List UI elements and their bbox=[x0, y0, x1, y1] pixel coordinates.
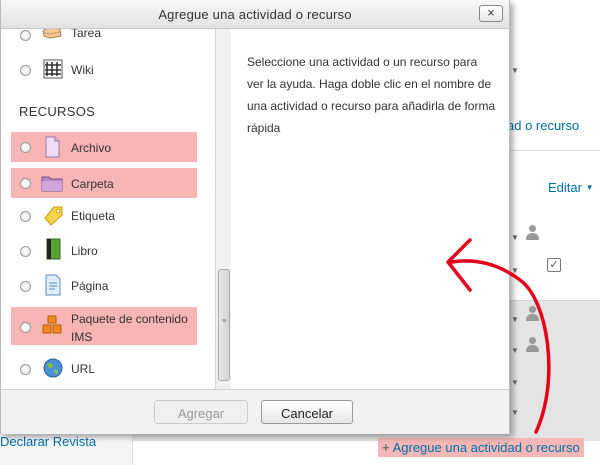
radio-tarea[interactable] bbox=[20, 30, 31, 41]
option-label: Wiki bbox=[71, 63, 94, 77]
plus-icon: + bbox=[382, 440, 390, 455]
option-label-line2: IMS bbox=[71, 330, 93, 344]
section-title-recursos: RECURSOS bbox=[19, 104, 96, 119]
option-label: Libro bbox=[71, 244, 98, 258]
caret-down-icon[interactable]: ▼ bbox=[511, 66, 519, 75]
add-activity-dialog: Agregue una actividad o recurso × Tarea … bbox=[0, 0, 510, 434]
edit-menu-label: Editar bbox=[548, 180, 582, 195]
option-label: Etiqueta bbox=[71, 209, 116, 223]
option-tarea[interactable]: Tarea bbox=[1, 29, 215, 49]
label-tag-icon bbox=[44, 206, 63, 226]
add-button[interactable]: Agregar bbox=[154, 400, 248, 424]
radio-pagina[interactable] bbox=[20, 281, 31, 292]
scrollbar-thumb[interactable]: ≡ bbox=[218, 269, 230, 381]
edit-menu[interactable]: Editar ▼ bbox=[548, 180, 594, 195]
book-icon bbox=[46, 238, 61, 260]
option-wiki[interactable]: Wiki bbox=[1, 55, 215, 85]
option-pagina[interactable]: Página bbox=[1, 271, 215, 301]
radio-url[interactable] bbox=[20, 364, 31, 375]
person-icon[interactable] bbox=[525, 306, 539, 322]
close-button[interactable]: × bbox=[479, 5, 503, 22]
dialog-title: Agregue una actividad o recurso bbox=[158, 7, 352, 22]
option-label-line1: Paquete de contenido bbox=[71, 312, 188, 326]
dialog-header: Agregue una actividad o recurso × bbox=[1, 0, 509, 29]
radio-paquete-ims[interactable] bbox=[20, 322, 31, 333]
help-text: Seleccione una actividad o un recurso pa… bbox=[247, 55, 496, 135]
radio-archivo[interactable] bbox=[20, 142, 31, 153]
add-activity-link-partial[interactable]: ad o recurso bbox=[507, 118, 579, 133]
option-label: Carpeta bbox=[71, 177, 114, 191]
caret-down-icon[interactable]: ▼ bbox=[511, 266, 519, 275]
url-globe-icon bbox=[43, 358, 63, 378]
add-activity-label: Agregue una actividad o recurso bbox=[392, 440, 580, 455]
page-icon bbox=[45, 274, 61, 296]
caret-down-icon[interactable]: ▼ bbox=[511, 408, 519, 417]
person-icon[interactable] bbox=[525, 337, 539, 353]
option-archivo[interactable]: Archivo bbox=[11, 132, 197, 162]
option-libro[interactable]: Libro bbox=[1, 236, 215, 266]
option-label: Página bbox=[71, 279, 109, 293]
ims-package-icon bbox=[42, 315, 62, 334]
cancel-button[interactable]: Cancelar bbox=[261, 400, 353, 424]
radio-libro[interactable] bbox=[20, 246, 31, 257]
option-paquete-ims[interactable]: Paquete de contenido IMS bbox=[11, 307, 197, 345]
caret-down-icon[interactable]: ▼ bbox=[511, 315, 519, 324]
folder-icon bbox=[41, 176, 63, 192]
wiki-icon bbox=[43, 59, 63, 79]
help-pane: Seleccione una actividad o un recurso pa… bbox=[231, 29, 508, 389]
options-scrollbar[interactable]: ≡ bbox=[215, 29, 232, 389]
dialog-footer: Agregar Cancelar bbox=[1, 389, 509, 434]
caret-down-icon: ▼ bbox=[585, 183, 594, 192]
radio-wiki[interactable] bbox=[20, 65, 31, 76]
option-etiqueta[interactable]: Etiqueta bbox=[1, 201, 215, 231]
caret-down-icon[interactable]: ▼ bbox=[511, 346, 519, 355]
completion-checkbox-icon[interactable]: ✓ bbox=[547, 258, 561, 272]
grip-icon: ≡ bbox=[221, 318, 227, 325]
caret-down-icon[interactable]: ▼ bbox=[511, 233, 519, 242]
option-carpeta[interactable]: Carpeta bbox=[11, 168, 197, 198]
radio-carpeta[interactable] bbox=[20, 178, 31, 189]
radio-etiqueta[interactable] bbox=[20, 211, 31, 222]
option-label: Tarea bbox=[71, 29, 102, 40]
options-list[interactable]: Tarea Wiki RECURSOS Archivo Carpeta Etiq… bbox=[1, 29, 216, 389]
option-url[interactable]: URL bbox=[1, 354, 215, 384]
person-icon[interactable] bbox=[525, 225, 539, 241]
file-icon bbox=[45, 136, 60, 158]
declarar-revista-link[interactable]: Declarar Revista bbox=[0, 434, 96, 449]
add-activity-or-resource-link[interactable]: + Agregue una actividad o recurso bbox=[378, 438, 584, 457]
option-label: URL bbox=[71, 362, 96, 376]
caret-down-icon[interactable]: ▼ bbox=[511, 378, 519, 387]
option-label: Archivo bbox=[71, 141, 112, 155]
assignment-icon bbox=[42, 29, 62, 39]
